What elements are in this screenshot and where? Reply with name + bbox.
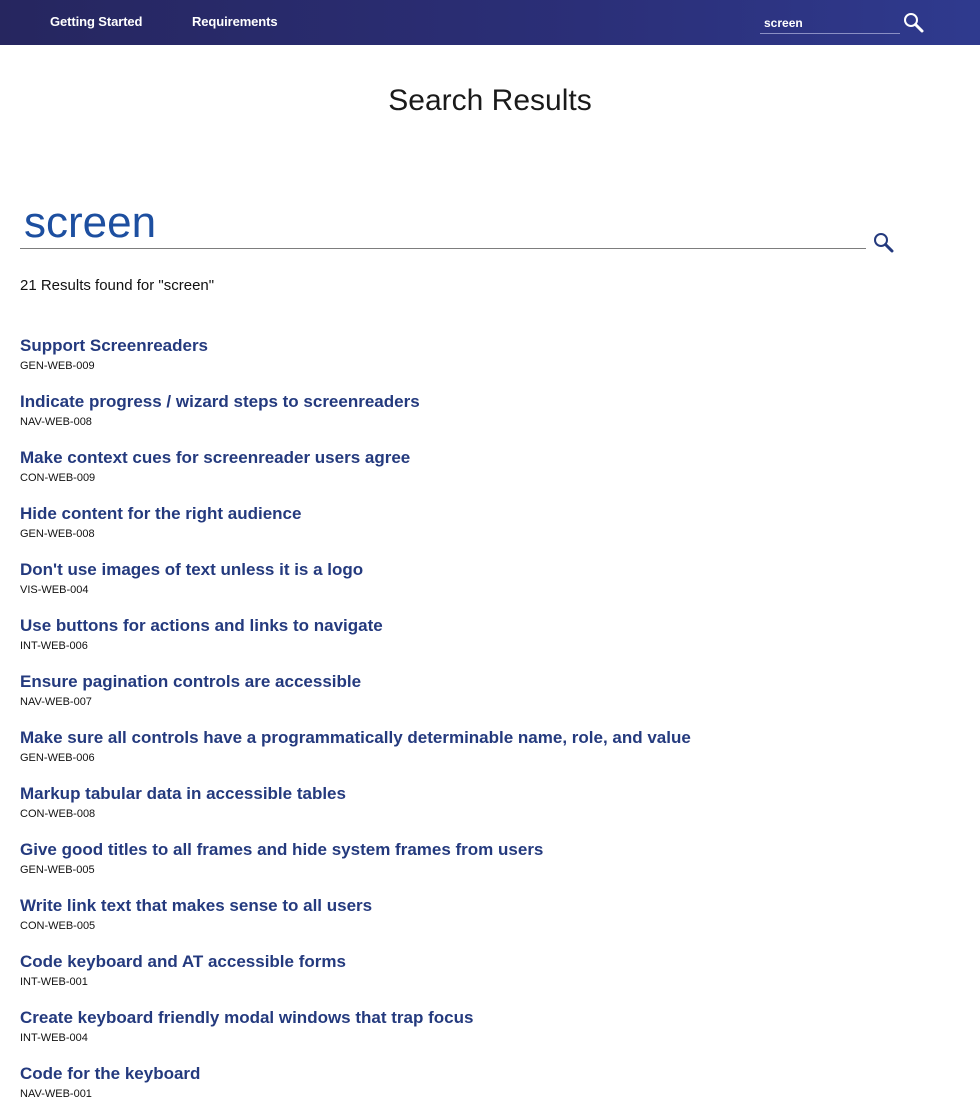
page-title: Search Results: [388, 84, 592, 117]
search-icon: [904, 13, 924, 33]
result-id: INT-WEB-001: [20, 976, 88, 988]
search-icon: [874, 233, 894, 253]
result-title-link[interactable]: Use buttons for actions and links to nav…: [20, 616, 691, 636]
list-item: Support Screenreaders GEN-WEB-009: [20, 336, 691, 392]
nav-search-input[interactable]: [760, 12, 900, 34]
result-title-link[interactable]: Give good titles to all frames and hide …: [20, 840, 691, 860]
result-title-link[interactable]: Ensure pagination controls are accessibl…: [20, 672, 691, 692]
list-item: Make sure all controls have a programmat…: [20, 728, 691, 784]
result-title-link[interactable]: Support Screenreaders: [20, 336, 691, 356]
nav-search-button[interactable]: [902, 11, 926, 35]
list-item: Use buttons for actions and links to nav…: [20, 616, 691, 672]
result-title-link[interactable]: Don't use images of text unless it is a …: [20, 560, 691, 580]
list-item: Markup tabular data in accessible tables…: [20, 784, 691, 840]
result-title-link[interactable]: Write link text that makes sense to all …: [20, 896, 691, 916]
list-item: Write link text that makes sense to all …: [20, 896, 691, 952]
result-id: GEN-WEB-008: [20, 528, 95, 540]
result-id: INT-WEB-004: [20, 1032, 88, 1044]
list-item: Code keyboard and AT accessible forms IN…: [20, 952, 691, 1008]
result-title-link[interactable]: Markup tabular data in accessible tables: [20, 784, 691, 804]
result-id: INT-WEB-006: [20, 640, 88, 652]
result-id: NAV-WEB-008: [20, 416, 92, 428]
list-item: Create keyboard friendly modal windows t…: [20, 1008, 691, 1064]
main-search-input[interactable]: [20, 198, 866, 249]
nav-link-requirements[interactable]: Requirements: [192, 14, 278, 29]
result-id: CON-WEB-008: [20, 808, 96, 820]
result-title-link[interactable]: Code for the keyboard: [20, 1064, 691, 1084]
result-id: GEN-WEB-005: [20, 864, 95, 876]
result-id: GEN-WEB-006: [20, 752, 95, 764]
main-search-button[interactable]: [872, 231, 896, 255]
results-list: Support Screenreaders GEN-WEB-009 Indica…: [20, 336, 691, 1120]
result-id: CON-WEB-005: [20, 920, 96, 932]
list-item: Don't use images of text unless it is a …: [20, 560, 691, 616]
list-item: Make context cues for screenreader users…: [20, 448, 691, 504]
list-item: Give good titles to all frames and hide …: [20, 840, 691, 896]
result-id: NAV-WEB-001: [20, 1088, 92, 1100]
result-id: NAV-WEB-007: [20, 696, 92, 708]
result-title-link[interactable]: Make context cues for screenreader users…: [20, 448, 691, 468]
list-item: Indicate progress / wizard steps to scre…: [20, 392, 691, 448]
list-item: Code for the keyboard NAV-WEB-001: [20, 1064, 691, 1120]
result-title-link[interactable]: Code keyboard and AT accessible forms: [20, 952, 691, 972]
result-title-link[interactable]: Indicate progress / wizard steps to scre…: [20, 392, 691, 412]
result-id: GEN-WEB-009: [20, 360, 95, 372]
nav-link-getting-started[interactable]: Getting Started: [50, 14, 143, 29]
result-title-link[interactable]: Make sure all controls have a programmat…: [20, 728, 691, 748]
list-item: Hide content for the right audience GEN-…: [20, 504, 691, 560]
top-nav-bar: Getting Started Requirements: [0, 0, 980, 45]
list-item: Ensure pagination controls are accessibl…: [20, 672, 691, 728]
result-id: VIS-WEB-004: [20, 584, 89, 596]
result-title-link[interactable]: Hide content for the right audience: [20, 504, 691, 524]
results-count: 21 Results found for "screen": [20, 277, 215, 294]
result-id: CON-WEB-009: [20, 472, 96, 484]
result-title-link[interactable]: Create keyboard friendly modal windows t…: [20, 1008, 691, 1028]
